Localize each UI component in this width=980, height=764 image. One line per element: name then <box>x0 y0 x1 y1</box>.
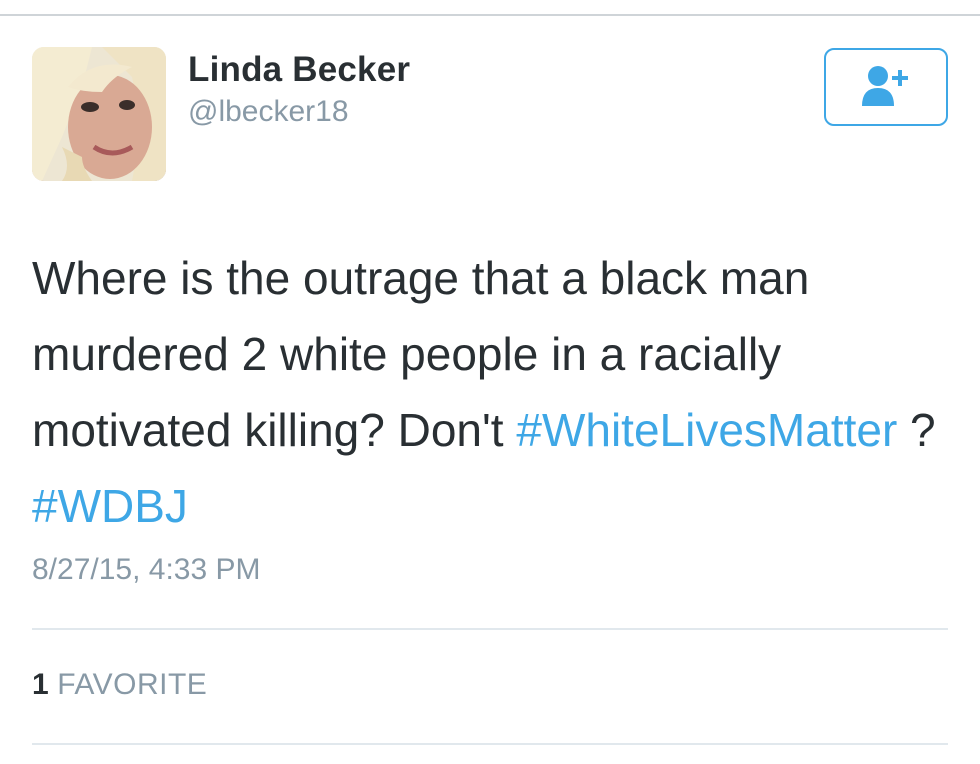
hashtag-link[interactable]: #WhiteLivesMatter <box>516 404 897 456</box>
favorite-label: FAVORITE <box>57 668 208 701</box>
user-display-name[interactable]: Linda Becker <box>188 50 410 90</box>
tweet-text-body: ? <box>897 404 936 456</box>
user-handle[interactable]: @lbecker18 <box>188 95 349 129</box>
divider <box>32 743 948 745</box>
top-divider <box>0 14 980 16</box>
tweet-timestamp[interactable]: 8/27/15, 4:33 PM <box>32 553 261 587</box>
profile-photo-icon <box>32 47 166 181</box>
tweet-text: Where is the outrage that a black man mu… <box>32 240 962 544</box>
avatar[interactable] <box>32 47 166 181</box>
divider <box>32 628 948 630</box>
favorite-count: 1 <box>32 668 50 701</box>
follow-button[interactable] <box>824 48 948 126</box>
add-user-icon <box>862 66 908 106</box>
hashtag-link[interactable]: #WDBJ <box>32 480 188 532</box>
favorites-stat[interactable]: 1 FAVORITE <box>32 668 207 702</box>
